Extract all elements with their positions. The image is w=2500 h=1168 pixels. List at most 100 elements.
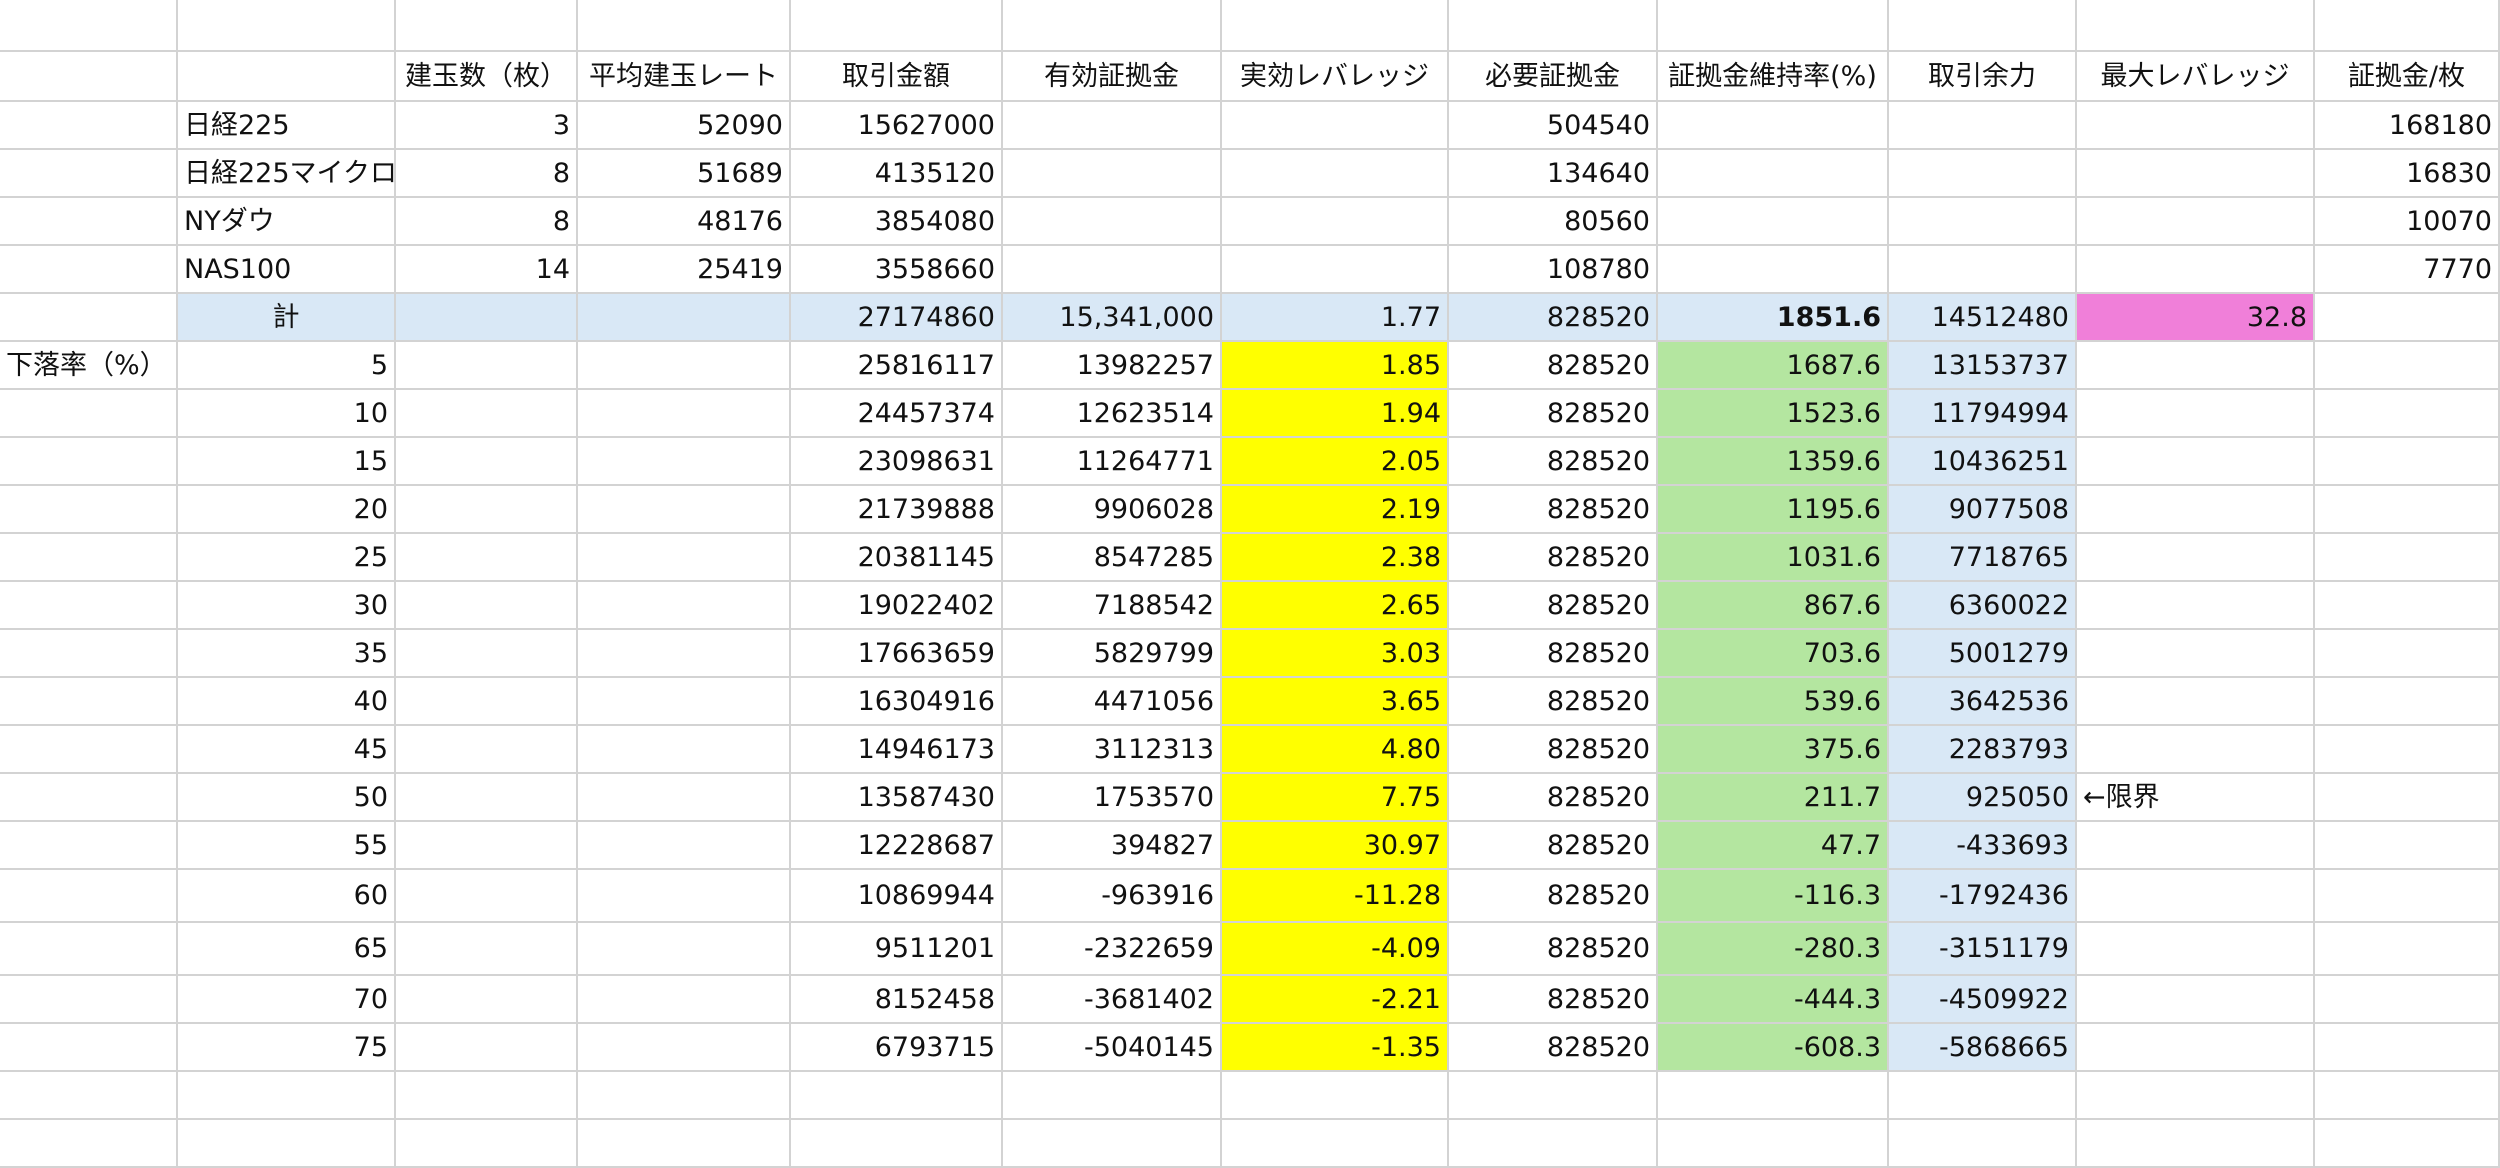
total-label[interactable]: 計 [178, 294, 396, 342]
qty-cell[interactable]: 3 [396, 102, 578, 150]
drop-equity-cell[interactable]: 4471056 [1003, 678, 1222, 726]
row-label[interactable] [0, 150, 178, 198]
drop-maintenance-cell[interactable]: 47.7 [1658, 822, 1889, 870]
drop-qty-cell[interactable] [396, 630, 578, 678]
header-cell-1[interactable] [178, 52, 396, 102]
drop-max-leverage-cell[interactable] [2077, 438, 2315, 486]
max-leverage-cell[interactable] [2077, 198, 2315, 246]
drop-equity-cell[interactable]: -3681402 [1003, 976, 1222, 1024]
cell-r23-c0[interactable] [0, 1120, 178, 1168]
max-leverage-cell[interactable] [2077, 102, 2315, 150]
avg-rate-cell[interactable]: 52090 [578, 102, 791, 150]
header-cell-9[interactable]: 取引余力 [1889, 52, 2077, 102]
drop-required-margin-cell[interactable]: 828520 [1449, 923, 1658, 976]
drop-margin-per-lot-cell[interactable] [2315, 726, 2500, 774]
drop-max-leverage-cell[interactable] [2077, 822, 2315, 870]
drop-amount-cell[interactable]: 6793715 [791, 1024, 1003, 1072]
drop-qty-cell[interactable] [396, 774, 578, 822]
drop-leverage-cell[interactable]: 1.85 [1222, 342, 1449, 390]
drop-required-margin-cell[interactable]: 828520 [1449, 870, 1658, 923]
drop-buying-power-cell[interactable]: -1792436 [1889, 870, 2077, 923]
drop-avg-rate-cell[interactable] [578, 774, 791, 822]
drop-pct-cell[interactable]: 5 [178, 342, 396, 390]
row-label[interactable] [0, 678, 178, 726]
cell-r22-c2[interactable] [396, 1072, 578, 1120]
drop-equity-cell[interactable]: 3112313 [1003, 726, 1222, 774]
cell-r0-c6[interactable] [1222, 0, 1449, 52]
drop-margin-per-lot-cell[interactable] [2315, 342, 2500, 390]
drop-max-leverage-cell[interactable] [2077, 726, 2315, 774]
drop-qty-cell[interactable] [396, 726, 578, 774]
drop-leverage-cell[interactable]: 2.65 [1222, 582, 1449, 630]
drop-buying-power-cell[interactable]: 13153737 [1889, 342, 2077, 390]
drop-amount-cell[interactable]: 8152458 [791, 976, 1003, 1024]
cell-r23-c3[interactable] [578, 1120, 791, 1168]
cell-r22-c8[interactable] [1658, 1072, 1889, 1120]
drop-qty-cell[interactable] [396, 822, 578, 870]
drop-amount-cell[interactable]: 10869944 [791, 870, 1003, 923]
drop-avg-rate-cell[interactable] [578, 822, 791, 870]
drop-maintenance-cell[interactable]: -608.3 [1658, 1024, 1889, 1072]
header-cell-8[interactable]: 証拠金維持率(%) [1658, 52, 1889, 102]
equity-cell[interactable] [1003, 102, 1222, 150]
drop-leverage-cell[interactable]: -2.21 [1222, 976, 1449, 1024]
drop-maintenance-cell[interactable]: 1359.6 [1658, 438, 1889, 486]
drop-pct-cell[interactable]: 30 [178, 582, 396, 630]
margin-per-lot-cell[interactable]: 10070 [2315, 198, 2500, 246]
row-label[interactable] [0, 294, 178, 342]
total-margin-per-lot-cell[interactable] [2315, 294, 2500, 342]
drop-qty-cell[interactable] [396, 534, 578, 582]
drop-equity-cell[interactable]: 8547285 [1003, 534, 1222, 582]
max-leverage-value-cell[interactable]: 32.8 [2077, 294, 2315, 342]
drop-pct-cell[interactable]: 55 [178, 822, 396, 870]
total-avg-rate-cell[interactable] [578, 294, 791, 342]
avg-rate-cell[interactable]: 51689 [578, 150, 791, 198]
leverage-cell[interactable] [1222, 150, 1449, 198]
drop-amount-cell[interactable]: 14946173 [791, 726, 1003, 774]
drop-buying-power-cell[interactable]: -3151179 [1889, 923, 2077, 976]
cell-r23-c10[interactable] [2077, 1120, 2315, 1168]
drop-max-leverage-cell[interactable] [2077, 390, 2315, 438]
cell-r22-c5[interactable] [1003, 1072, 1222, 1120]
drop-maintenance-cell[interactable]: 1031.6 [1658, 534, 1889, 582]
drop-amount-cell[interactable]: 16304916 [791, 678, 1003, 726]
drop-buying-power-cell[interactable]: 3642536 [1889, 678, 2077, 726]
cell-r23-c6[interactable] [1222, 1120, 1449, 1168]
total-maintenance-cell[interactable]: 1851.6 [1658, 294, 1889, 342]
row-label[interactable] [0, 534, 178, 582]
drop-pct-cell[interactable]: 15 [178, 438, 396, 486]
cell-r23-c11[interactable] [2315, 1120, 2500, 1168]
row-label[interactable] [0, 246, 178, 294]
drop-amount-cell[interactable]: 17663659 [791, 630, 1003, 678]
drop-pct-cell[interactable]: 70 [178, 976, 396, 1024]
margin-per-lot-cell[interactable]: 7770 [2315, 246, 2500, 294]
header-cell-0[interactable] [0, 52, 178, 102]
drop-margin-per-lot-cell[interactable] [2315, 438, 2500, 486]
cell-r0-c10[interactable] [2077, 0, 2315, 52]
drop-pct-cell[interactable]: 65 [178, 923, 396, 976]
header-cell-3[interactable]: 平均建玉レート [578, 52, 791, 102]
amount-cell[interactable]: 3558660 [791, 246, 1003, 294]
drop-qty-cell[interactable] [396, 976, 578, 1024]
drop-avg-rate-cell[interactable] [578, 1024, 791, 1072]
cell-r23-c7[interactable] [1449, 1120, 1658, 1168]
drop-maintenance-cell[interactable]: 703.6 [1658, 630, 1889, 678]
drop-buying-power-cell[interactable]: 11794994 [1889, 390, 2077, 438]
drop-leverage-cell[interactable]: 4.80 [1222, 726, 1449, 774]
drop-leverage-cell[interactable]: 2.19 [1222, 486, 1449, 534]
cell-r22-c11[interactable] [2315, 1072, 2500, 1120]
drop-buying-power-cell[interactable]: 10436251 [1889, 438, 2077, 486]
drop-avg-rate-cell[interactable] [578, 630, 791, 678]
drop-margin-per-lot-cell[interactable] [2315, 1024, 2500, 1072]
drop-buying-power-cell[interactable]: 6360022 [1889, 582, 2077, 630]
drop-qty-cell[interactable] [396, 438, 578, 486]
drop-leverage-cell[interactable]: 7.75 [1222, 774, 1449, 822]
required-margin-cell[interactable]: 134640 [1449, 150, 1658, 198]
cell-r22-c10[interactable] [2077, 1072, 2315, 1120]
drop-required-margin-cell[interactable]: 828520 [1449, 486, 1658, 534]
drop-amount-cell[interactable]: 24457374 [791, 390, 1003, 438]
header-cell-7[interactable]: 必要証拠金 [1449, 52, 1658, 102]
cell-r22-c1[interactable] [178, 1072, 396, 1120]
drop-avg-rate-cell[interactable] [578, 678, 791, 726]
row-label[interactable] [0, 486, 178, 534]
